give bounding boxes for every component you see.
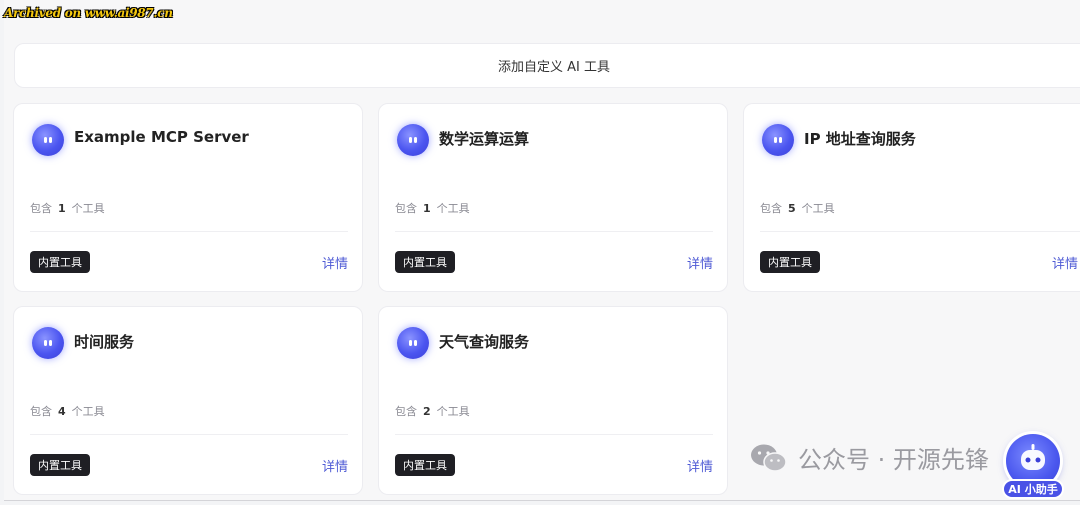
tool-count: 包含 5 个工具: [760, 202, 835, 215]
tool-count: 包含 2 个工具: [395, 405, 470, 418]
divider: [760, 231, 1080, 232]
robot-avatar-icon: [762, 124, 794, 156]
detail-link[interactable]: 详情: [687, 253, 713, 272]
ai-assistant-button[interactable]: AI 小助手: [1002, 434, 1064, 499]
robot-avatar-icon: [397, 124, 429, 156]
tool-card[interactable]: 数学运算运算 包含 1 个工具 内置工具 详情: [378, 103, 728, 292]
divider: [30, 231, 348, 232]
builtin-tag: 内置工具: [30, 454, 90, 476]
tool-count: 包含 4 个工具: [30, 405, 105, 418]
builtin-tag: 内置工具: [395, 251, 455, 273]
add-custom-tool-button[interactable]: 添加自定义 AI 工具: [14, 43, 1080, 88]
tool-card[interactable]: 时间服务 包含 4 个工具 内置工具 详情: [13, 306, 363, 495]
robot-avatar-icon: [32, 327, 64, 359]
tool-card-title: 数学运算运算: [439, 130, 530, 148]
wechat-icon: [751, 444, 787, 472]
robot-avatar-icon: [32, 124, 64, 156]
detail-link[interactable]: 详情: [322, 456, 348, 475]
builtin-tag: 内置工具: [395, 454, 455, 476]
tool-card-title: 天气查询服务: [439, 333, 530, 351]
tool-card[interactable]: Example MCP Server 包含 1 个工具 内置工具 详情: [13, 103, 363, 292]
watermark-text: 公众号 · 开源先锋: [798, 446, 989, 474]
tool-count: 包含 1 个工具: [30, 202, 105, 215]
divider: [30, 434, 348, 435]
tool-card[interactable]: IP 地址查询服务 包含 5 个工具 内置工具 详情: [743, 103, 1080, 292]
builtin-tag: 内置工具: [760, 251, 820, 273]
archive-watermark: Archived on www.ai987.cn: [4, 6, 173, 20]
wechat-watermark: 公众号 · 开源先锋: [750, 440, 989, 475]
tool-card[interactable]: 天气查询服务 包含 2 个工具 内置工具 详情: [378, 306, 728, 495]
tool-card-title: IP 地址查询服务: [804, 130, 916, 148]
tool-card-title: Example MCP Server: [74, 128, 249, 146]
detail-link[interactable]: 详情: [1052, 253, 1078, 272]
detail-link[interactable]: 详情: [322, 253, 348, 272]
detail-link[interactable]: 详情: [687, 456, 713, 475]
robot-avatar-icon: [397, 327, 429, 359]
assistant-label: AI 小助手: [1002, 479, 1064, 499]
add-custom-tool-label: 添加自定义 AI 工具: [498, 60, 610, 75]
tool-card-title: 时间服务: [74, 333, 135, 351]
divider: [395, 231, 713, 232]
builtin-tag: 内置工具: [30, 251, 90, 273]
tool-count: 包含 1 个工具: [395, 202, 470, 215]
divider: [395, 434, 713, 435]
